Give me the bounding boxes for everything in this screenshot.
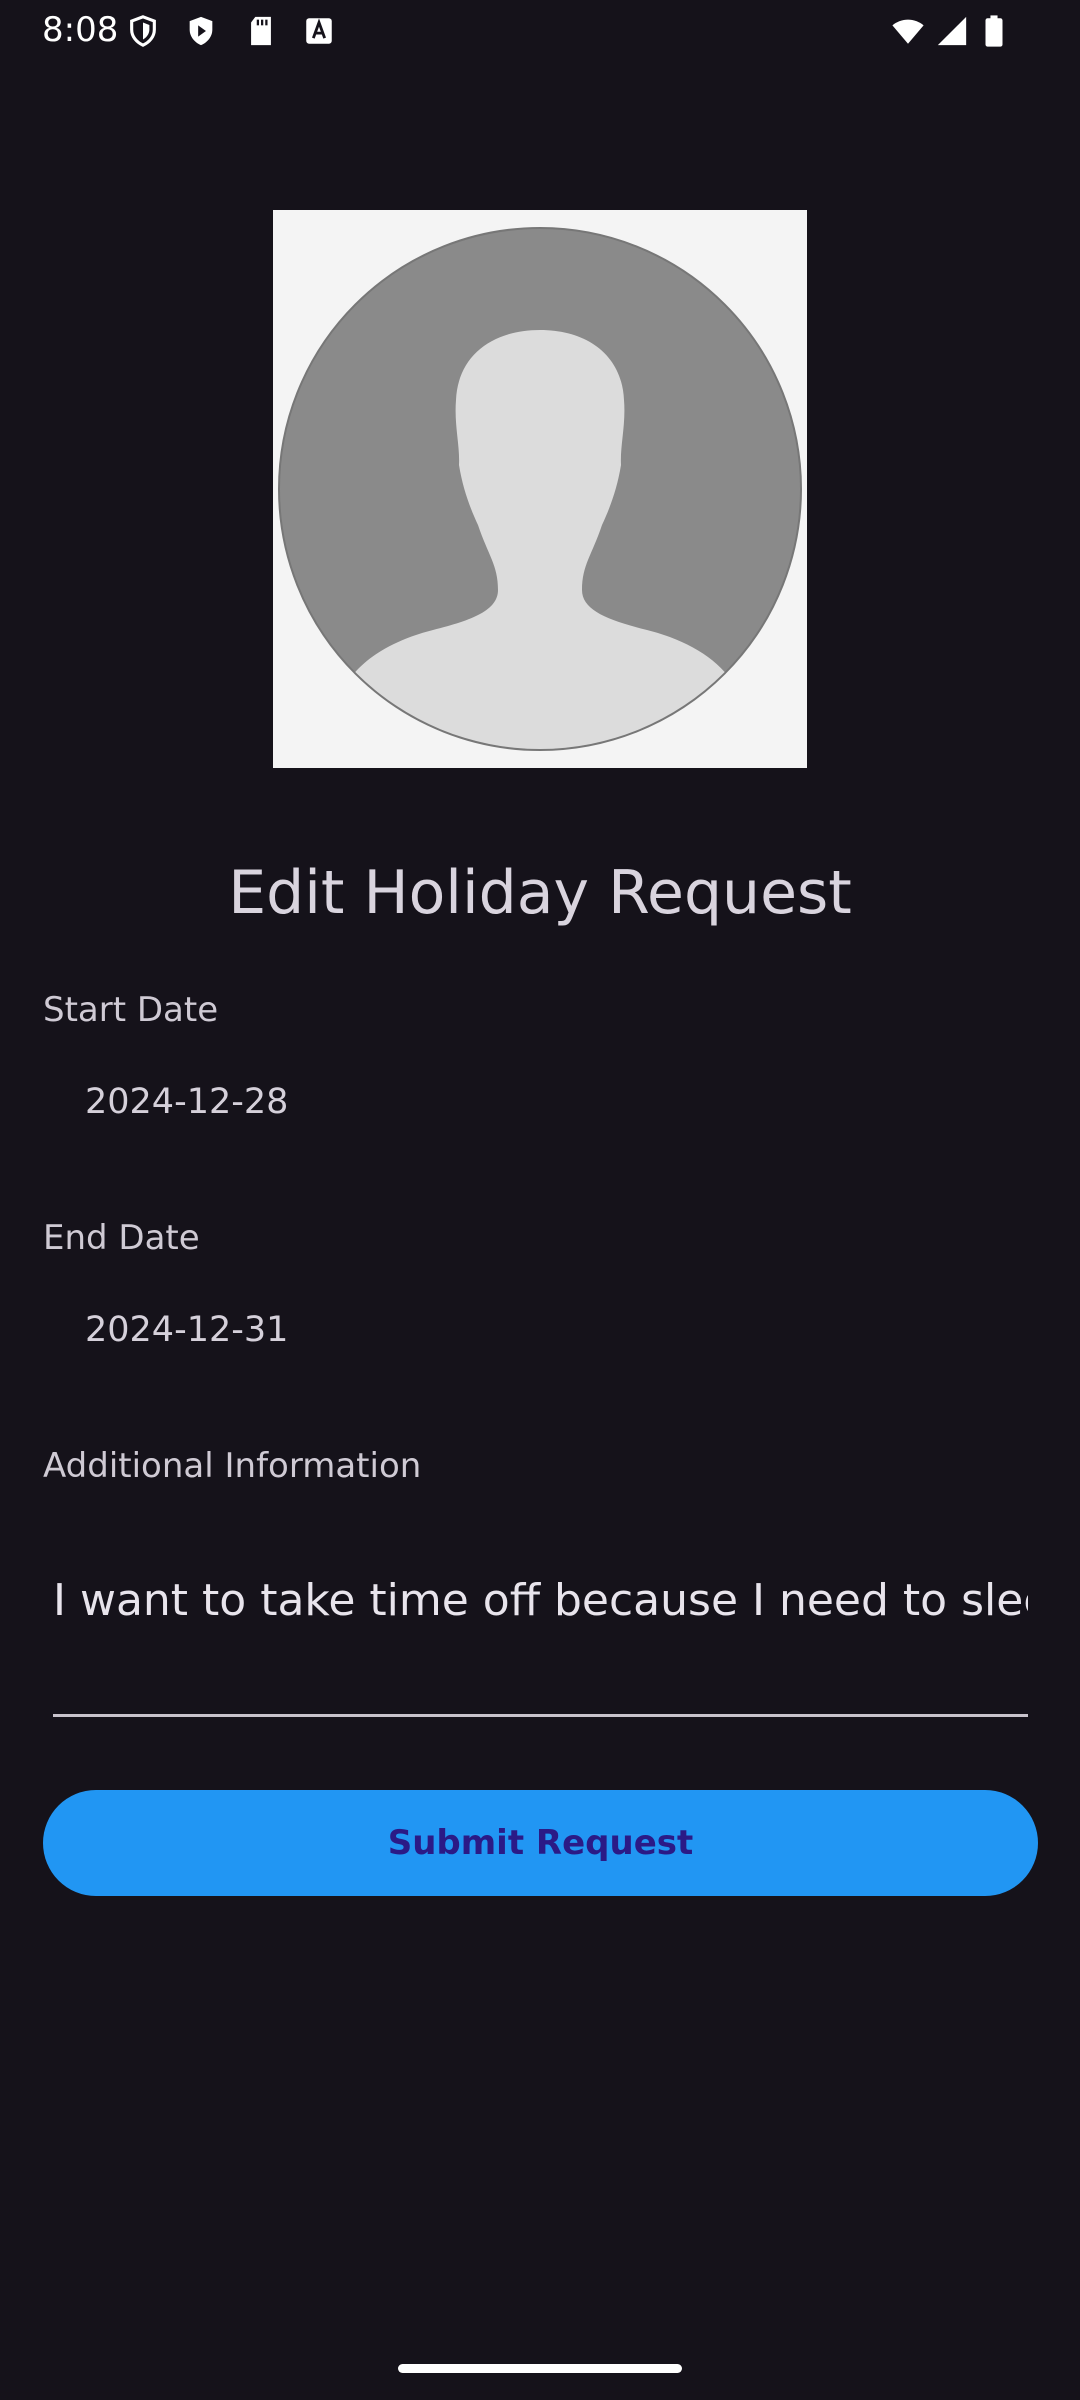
start-date-label: Start Date bbox=[43, 990, 219, 1030]
start-date-field[interactable]: 2024-12-28 bbox=[85, 1082, 288, 1122]
submit-request-button[interactable]: Submit Request bbox=[43, 1790, 1038, 1896]
wifi-icon bbox=[892, 19, 924, 44]
additional-info-label: Additional Information bbox=[43, 1446, 422, 1486]
play-protect-icon bbox=[189, 16, 213, 46]
cell-signal-icon bbox=[937, 16, 967, 46]
status-bar: 8:08 bbox=[0, 0, 1080, 62]
input-underline bbox=[53, 1714, 1028, 1717]
sd-card-icon bbox=[251, 16, 271, 46]
end-date-label: End Date bbox=[43, 1218, 200, 1258]
default-person-avatar-icon bbox=[278, 227, 802, 751]
battery-icon bbox=[985, 15, 1003, 47]
gesture-nav-handle[interactable] bbox=[398, 2364, 682, 2373]
additional-info-input[interactable]: I want to take time off because I need t… bbox=[53, 1575, 1028, 1665]
shield-icon bbox=[130, 15, 156, 47]
status-time: 8:08 bbox=[42, 10, 119, 50]
end-date-field[interactable]: 2024-12-31 bbox=[85, 1310, 288, 1350]
avatar bbox=[273, 210, 807, 768]
holiday-request-screen: 8:08 Edit Holiday Request Start Date 202… bbox=[0, 0, 1080, 2400]
keyboard-a-icon bbox=[306, 18, 332, 44]
page-title: Edit Holiday Request bbox=[228, 858, 852, 928]
